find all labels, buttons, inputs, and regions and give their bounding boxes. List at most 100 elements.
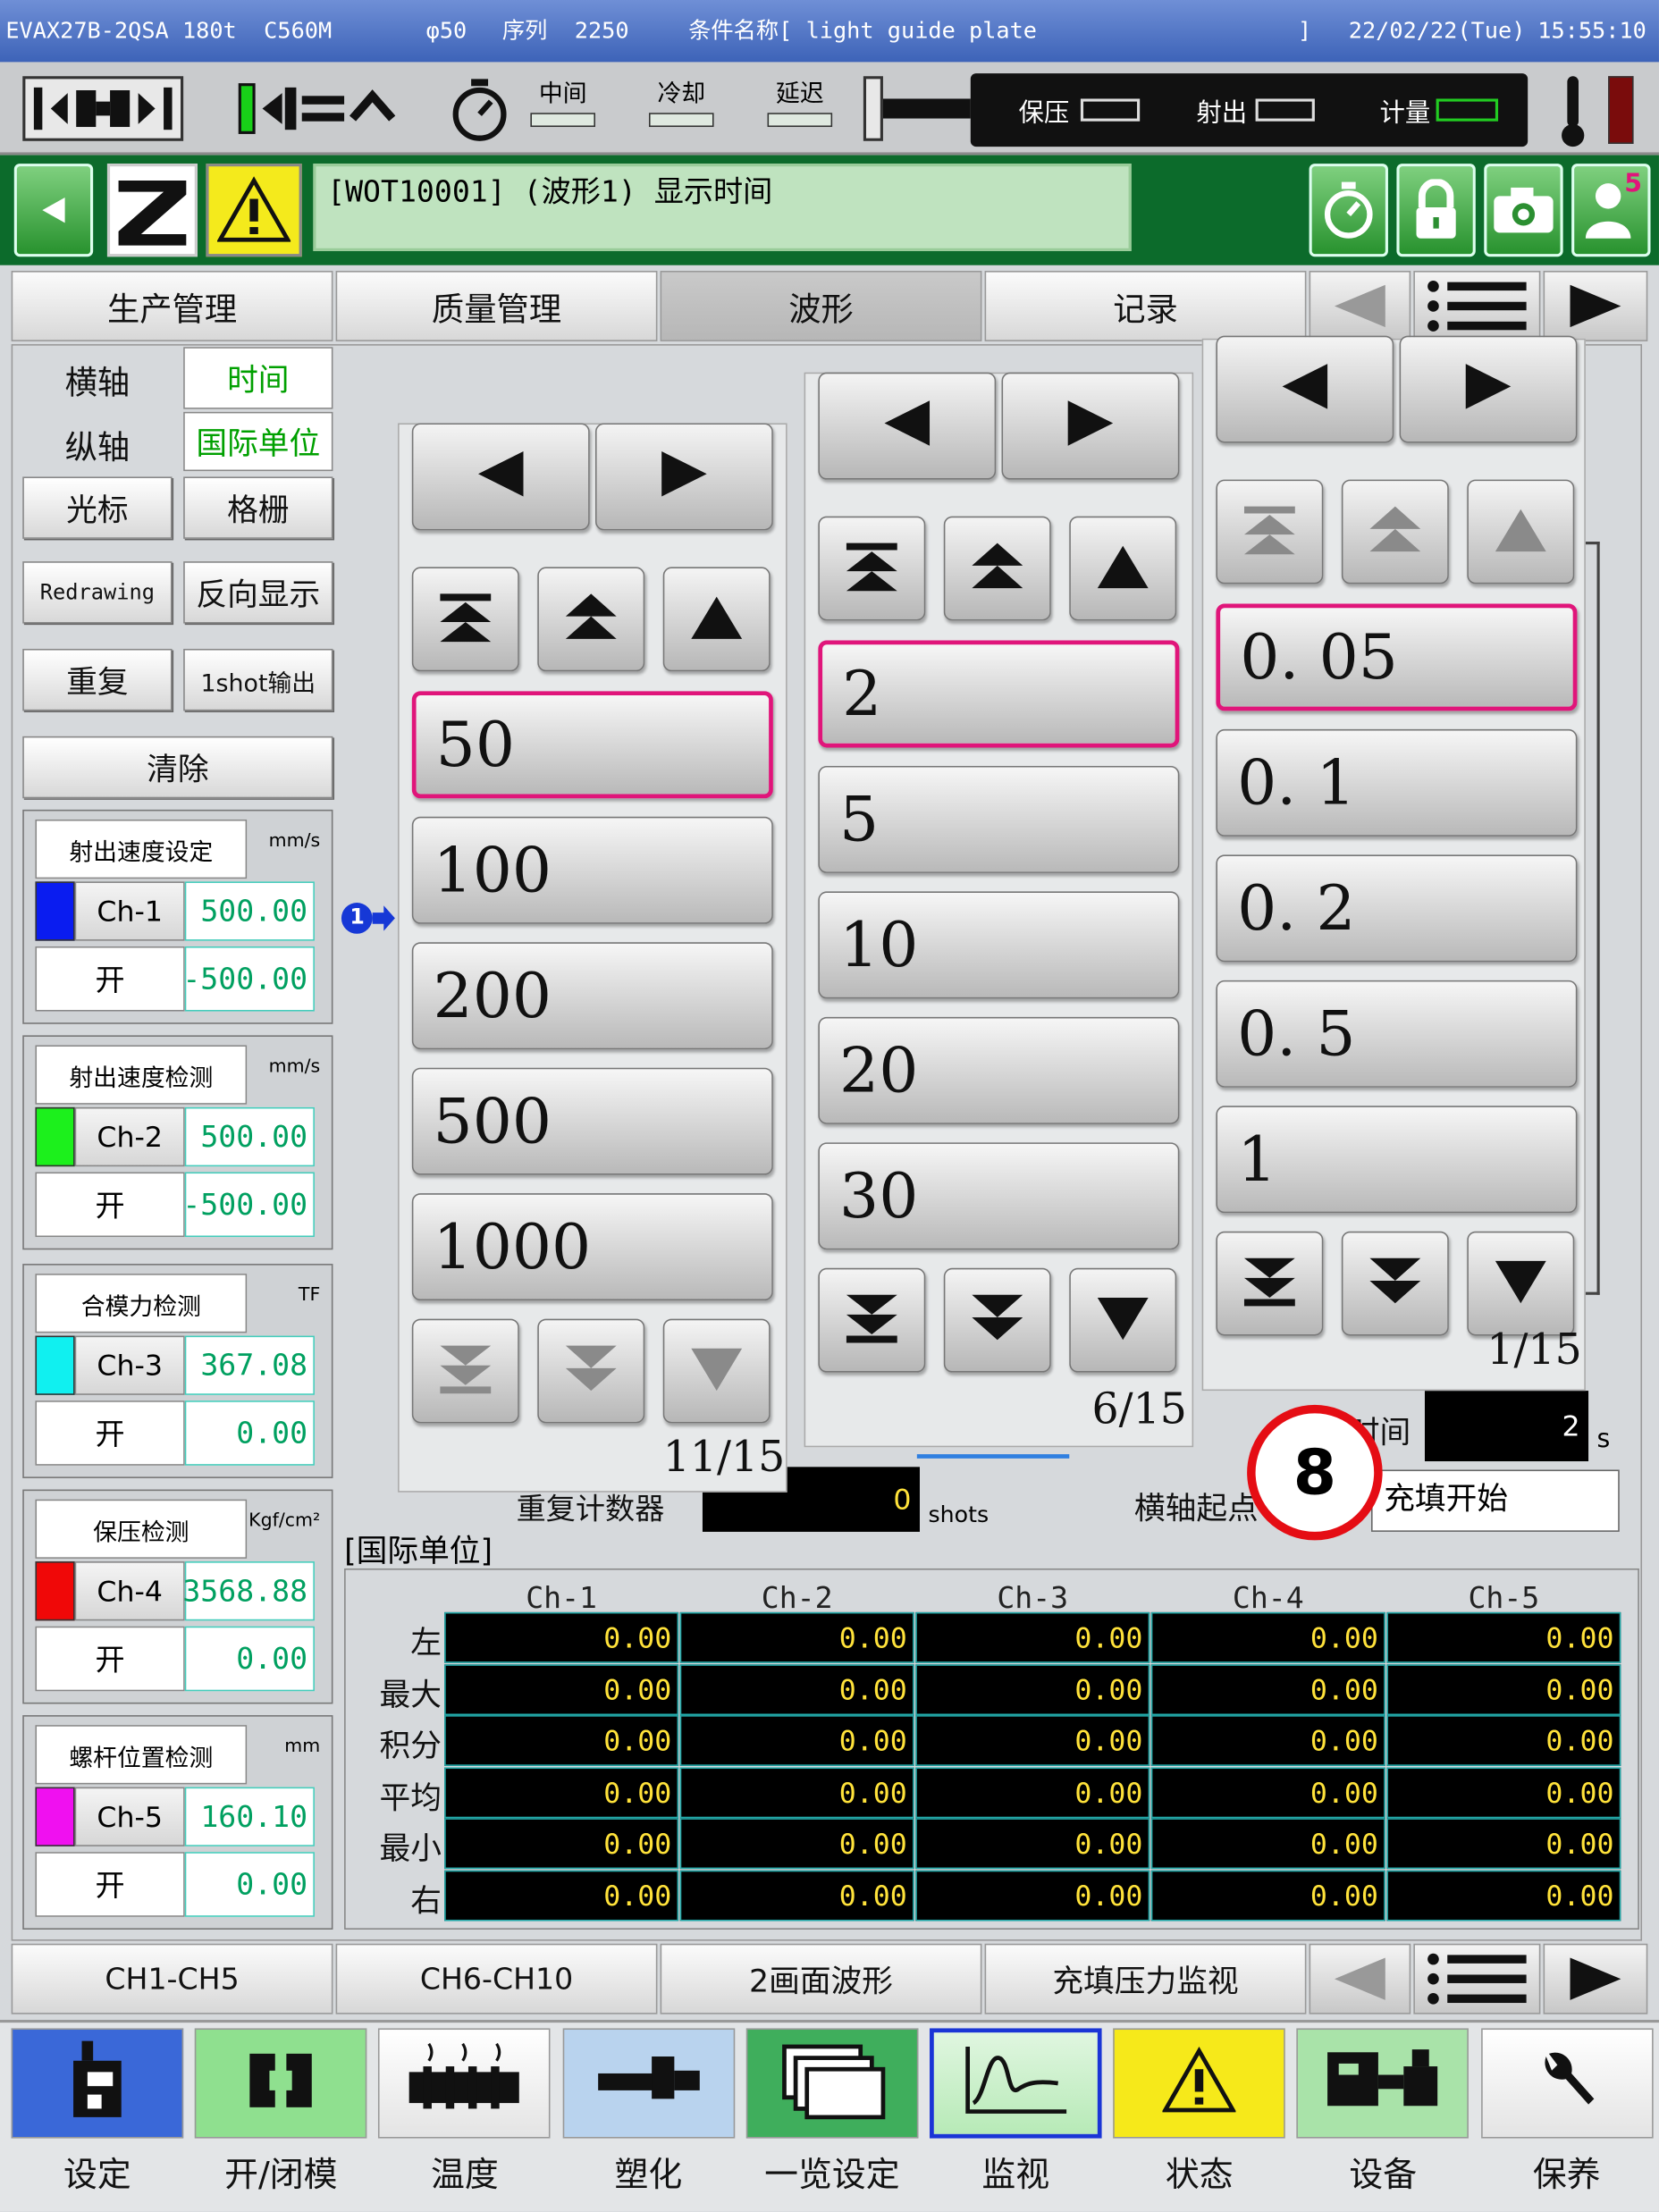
vscale-down2-button[interactable] [943, 1267, 1051, 1373]
channel-max-field[interactable]: 160.10 [184, 1787, 315, 1846]
haxis-value[interactable]: 时间 [183, 347, 333, 409]
hscale-down3-button[interactable] [411, 1318, 519, 1424]
channel-open-button[interactable]: 开 [35, 1626, 185, 1692]
user-button[interactable]: 5 [1571, 164, 1651, 257]
cursor-1-marker-icon[interactable]: 1 [339, 900, 398, 937]
tscale-option[interactable]: 0. 05 [1216, 603, 1578, 711]
hscale-option[interactable]: 1000 [411, 1193, 773, 1301]
channel-color-swatch[interactable] [35, 881, 75, 941]
vscale-up1-button[interactable] [1069, 516, 1177, 621]
nav-setting-button[interactable] [11, 2028, 184, 2139]
vscale-option[interactable]: 5 [818, 765, 1180, 873]
alarm-warning-icon[interactable] [206, 164, 302, 257]
timer-button[interactable] [1309, 164, 1388, 257]
vscale-down1-button[interactable] [1069, 1267, 1177, 1373]
vscale-up2-button[interactable] [943, 516, 1051, 621]
hscale-option[interactable]: 200 [411, 942, 773, 1050]
tab-record[interactable]: 记录 [984, 271, 1307, 341]
channel-min-field[interactable]: 0.00 [184, 1626, 315, 1692]
hscale-up2-button[interactable] [537, 567, 645, 672]
tab-quality[interactable]: 质量管理 [335, 271, 658, 341]
tscale-up1-button[interactable] [1467, 479, 1575, 585]
grid-button[interactable]: 格栅 [183, 476, 333, 539]
channel-min-field[interactable]: 0.00 [184, 1852, 315, 1917]
nav-list-setting-button[interactable] [745, 2028, 919, 2139]
tscale-option[interactable]: 1 [1216, 1106, 1578, 1214]
channel-open-button[interactable]: 开 [35, 946, 185, 1012]
vscale-option[interactable]: 20 [818, 1016, 1180, 1124]
channel-color-swatch[interactable] [35, 1787, 75, 1846]
tab-menu-button[interactable] [1413, 271, 1541, 341]
repeat-button[interactable]: 重复 [22, 648, 173, 711]
bottom-tab-next-button[interactable] [1543, 1943, 1648, 2014]
haxis-start-select[interactable]: 充填开始 [1371, 1469, 1620, 1532]
tab-waveform[interactable]: 波形 [660, 271, 982, 341]
redrawing-button[interactable]: Redrawing [22, 561, 173, 624]
tscale-down3-button[interactable] [1216, 1231, 1324, 1336]
hscale-next-button[interactable] [595, 423, 773, 531]
tab-two-screen-waveform[interactable]: 2画面波形 [660, 1943, 982, 2014]
channel-name[interactable]: Ch-3 [74, 1335, 185, 1395]
channel-max-field[interactable]: 500.00 [184, 1106, 315, 1167]
nav-plasticize-button[interactable] [562, 2028, 735, 2139]
lock-button[interactable] [1396, 164, 1476, 257]
tab-fill-pressure-monitor[interactable]: 充填压力监视 [984, 1943, 1307, 2014]
nav-monitor-button[interactable] [930, 2028, 1102, 2139]
channel-color-swatch[interactable] [35, 1106, 75, 1167]
hscale-down2-button[interactable] [537, 1318, 645, 1424]
vscale-prev-button[interactable] [818, 372, 997, 480]
tscale-down2-button[interactable] [1341, 1231, 1449, 1336]
vaxis-value[interactable]: 国际单位 [183, 411, 333, 472]
hscale-up1-button[interactable] [662, 567, 771, 672]
hscale-prev-button[interactable] [411, 423, 590, 531]
channel-open-button[interactable]: 开 [35, 1400, 185, 1466]
vscale-up3-button[interactable] [818, 516, 926, 621]
tscale-option[interactable]: 0. 2 [1216, 854, 1578, 963]
channel-min-field[interactable]: -500.00 [182, 1172, 315, 1238]
cursor-button[interactable]: 光标 [22, 476, 173, 539]
vscale-next-button[interactable] [1001, 372, 1180, 480]
nav-heater-button[interactable] [378, 2028, 552, 2139]
clear-button[interactable]: 清除 [22, 736, 333, 799]
bottom-tab-prev-button[interactable] [1309, 1943, 1411, 2014]
tscale-up2-button[interactable] [1341, 479, 1449, 585]
channel-max-field[interactable]: 3568.88 [182, 1561, 315, 1621]
time-value-field[interactable]: 2 [1424, 1391, 1589, 1462]
tab-production[interactable]: 生产管理 [11, 271, 333, 341]
tab-ch6-ch10[interactable]: CH6-CH10 [335, 1943, 658, 2014]
channel-open-button[interactable]: 开 [35, 1172, 185, 1238]
tab-prev-button[interactable] [1309, 271, 1411, 341]
nav-mold-button[interactable] [195, 2028, 367, 2139]
hscale-down1-button[interactable] [662, 1318, 771, 1424]
tscale-next-button[interactable] [1399, 335, 1578, 443]
hscale-option[interactable]: 50 [411, 691, 773, 799]
tscale-up3-button[interactable] [1216, 479, 1324, 585]
nav-wrench-button[interactable] [1480, 2028, 1654, 2139]
oneshot-output-button[interactable]: 1shot输出 [183, 648, 333, 711]
nav-warning-button[interactable] [1113, 2028, 1286, 2139]
channel-color-swatch[interactable] [35, 1335, 75, 1395]
vscale-option[interactable]: 30 [818, 1142, 1180, 1250]
tab-next-button[interactable] [1543, 271, 1648, 341]
hscale-option[interactable]: 100 [411, 816, 773, 924]
tscale-prev-button[interactable] [1216, 335, 1394, 443]
nav-equipment-button[interactable] [1296, 2028, 1470, 2139]
channel-color-swatch[interactable] [35, 1561, 75, 1621]
channel-min-field[interactable]: -500.00 [182, 946, 315, 1012]
channel-name[interactable]: Ch-2 [74, 1106, 185, 1167]
channel-min-field[interactable]: 0.00 [184, 1400, 315, 1466]
tab-ch1-ch5[interactable]: CH1-CH5 [11, 1943, 333, 2014]
tscale-option[interactable]: 0. 1 [1216, 728, 1578, 837]
channel-max-field[interactable]: 367.08 [184, 1335, 315, 1395]
vscale-option[interactable]: 10 [818, 891, 1180, 999]
reverse-display-button[interactable]: 反向显示 [183, 561, 333, 624]
channel-name[interactable]: Ch-5 [74, 1787, 185, 1846]
vscale-down3-button[interactable] [818, 1267, 926, 1373]
tscale-option[interactable]: 0. 5 [1216, 980, 1578, 1088]
hscale-option[interactable]: 500 [411, 1067, 773, 1175]
channel-name[interactable]: Ch-1 [74, 881, 185, 941]
screenshot-button[interactable] [1484, 164, 1563, 257]
tscale-down1-button[interactable] [1467, 1231, 1575, 1336]
hscale-up3-button[interactable] [411, 567, 519, 672]
channel-open-button[interactable]: 开 [35, 1852, 185, 1917]
